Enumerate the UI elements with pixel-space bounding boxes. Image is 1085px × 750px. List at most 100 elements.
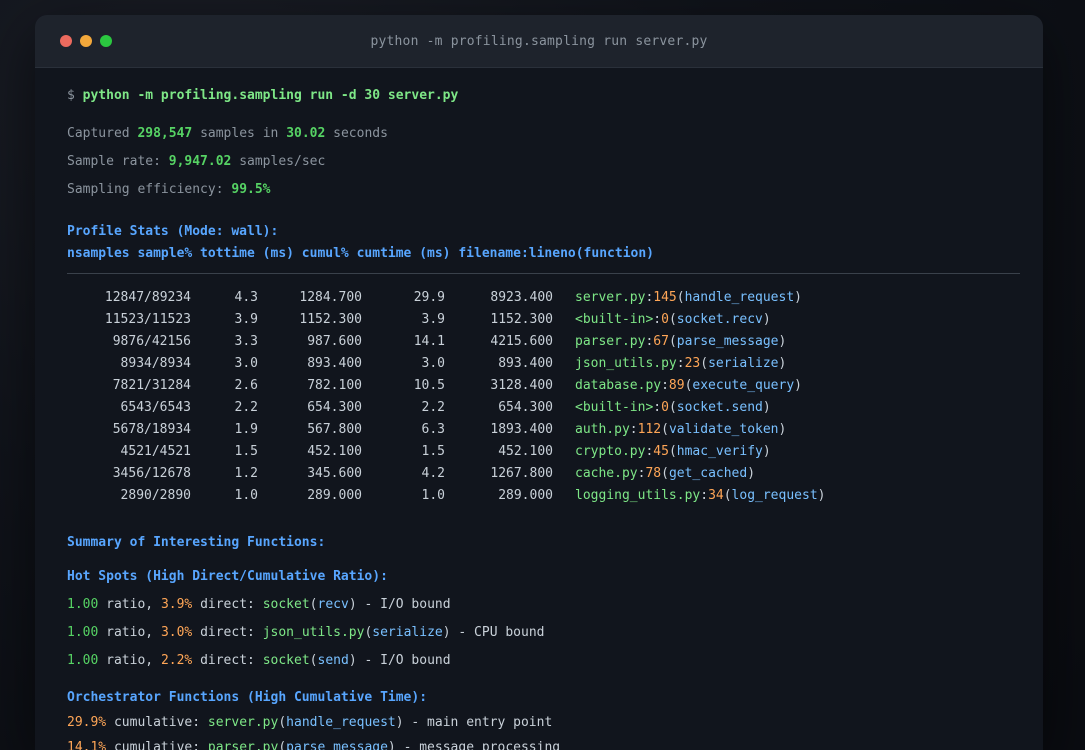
paren-open: ( [668,400,677,415]
window-title: python -m profiling.sampling run server.… [370,33,708,49]
efficiency-value: 99.5% [231,182,271,197]
minimize-button[interactable] [80,35,92,47]
profile-section-title: Profile Stats (Mode: wall): [67,224,279,239]
cell-nsamples: 11523/11523 [104,312,191,327]
hotspot-item: 1.00 ratio, 3.0% direct: json_utils.py(s… [67,619,1019,647]
lineno-text: 89 [668,378,685,393]
cell-cumtime: 4215.600 [490,334,553,349]
lineno-text: 112 [637,422,662,437]
paren-open: ( [278,740,287,750]
command-text: python -m profiling.sampling run -d 30 s… [82,88,459,103]
maximize-button[interactable] [100,35,112,47]
cell-tottime: 893.400 [307,356,362,371]
cell-tottime: 345.600 [307,466,362,481]
cell-sample-pct: 1.9 [234,422,258,437]
cell-cumul-pct: 6.3 [421,422,445,437]
cumulative-pct-value: 29.9% [67,715,107,730]
efficiency-line: Sampling efficiency: 99.5% [67,176,1019,204]
cell-nsamples: 7821/31284 [112,378,191,393]
filename-text: json_utils.py [575,356,677,371]
cell-sample-pct: 3.3 [234,334,258,349]
colon-separator: : [629,422,638,437]
table-row: 3456/12678 1.2 345.600 4.2 1267.800 cache.py:… [67,463,1019,485]
table-row: 6543/6543 2.2 654.300 2.2 654.300 <built-in>:… [67,397,1019,419]
paren-close: ) [794,378,802,393]
paren-open: ( [723,488,732,503]
lineno-text: 45 [653,444,669,459]
function-name-text: hmac_verify [676,444,763,459]
window-titlebar[interactable]: python -m profiling.sampling run server.… [35,15,1043,68]
cell-tottime: 567.800 [307,422,362,437]
cell-tottime: 1152.300 [299,312,362,327]
cell-nsamples: 6543/6543 [120,400,191,415]
cell-cumul-pct: 2.2 [421,400,445,415]
cell-cumul-pct: 3.9 [421,312,445,327]
filename-text: logging_utils.py [575,488,701,503]
table-row: 8934/8934 3.0 893.400 3.0 893.400 json_utils.… [67,353,1019,375]
paren-open: ( [278,715,287,730]
cell-function-ref: cache.py:78(get_cached) [575,463,755,485]
capture-stats: Captured 298,547 samples in 30.02 second… [67,120,1019,204]
paren-close: ) [762,312,771,327]
hotspot-note: - CPU bound [458,625,545,640]
cell-nsamples: 8934/8934 [120,356,191,371]
cell-tottime: 1284.700 [299,290,362,305]
cell-cumul-pct: 1.0 [421,488,445,503]
lineno-text: 0 [661,400,669,415]
cell-sample-pct: 1.5 [234,444,258,459]
ratio-label: ratio, [106,597,154,612]
table-header: nsamples sample% tottime (ms) cumul% cum… [67,246,654,261]
cell-nsamples: 5678/18934 [112,422,191,437]
orchestrator-item: 14.1% cumulative: parser.py(parse_messag… [67,735,1019,750]
cell-sample-pct: 4.3 [234,290,258,305]
captured-seconds-value: 30.02 [286,126,326,141]
cell-cumul-pct: 3.0 [421,356,445,371]
paren-open: ( [700,356,709,371]
cell-function-ref: auth.py:112(validate_token) [575,419,786,441]
hotspot-func: serialize [372,625,443,640]
colon-separator: : [700,488,709,503]
cell-function-ref: database.py:89(execute_query) [575,375,802,397]
filename-text: parser.py [575,334,646,349]
efficiency-label: Sampling efficiency: [67,182,224,197]
cell-function-ref: logging_utils.py:34(log_request) [575,485,825,507]
paren-close: ) [348,597,357,612]
cell-sample-pct: 2.2 [234,400,258,415]
table-row: 12847/89234 4.3 1284.700 29.9 8923.400 server… [67,287,1019,309]
cell-cumtime: 1152.300 [490,312,553,327]
cumulative-label: cumulative: [113,740,201,750]
paren-open: ( [309,597,318,612]
lineno-text: 67 [653,334,669,349]
hotspots-list: 1.00 ratio, 3.9% direct: socket(recv) - … [67,591,1019,675]
cell-cumtime: 452.100 [498,444,553,459]
paren-close: ) [778,422,787,437]
function-name-text: log_request [731,488,818,503]
orchestrator-section-title: Orchestrator Functions (High Cumulative … [67,690,428,705]
cell-function-ref: crypto.py:45(hmac_verify) [575,441,771,463]
ratio-value: 1.00 [67,653,99,668]
captured-samples-value: 298,547 [137,126,193,141]
paren-close: ) [387,740,396,750]
colon-separator: : [653,312,662,327]
table-row: 5678/18934 1.9 567.800 6.3 1893.400 auth.py:1… [67,419,1019,441]
profile-table: 12847/89234 4.3 1284.700 29.9 8923.400 server… [67,287,1019,507]
function-name-text: execute_query [692,378,795,393]
direct-label: direct: [200,625,255,640]
paren-open: ( [668,334,677,349]
captured-unit-label: seconds [333,126,388,141]
cell-cumtime: 3128.400 [490,378,553,393]
filename-text: crypto.py [575,444,646,459]
function-name-text: get_cached [668,466,748,481]
captured-label: Captured [67,126,130,141]
close-button[interactable] [60,35,72,47]
cell-cumul-pct: 4.2 [421,466,445,481]
cell-nsamples: 4521/4521 [120,444,191,459]
cell-nsamples: 2890/2890 [120,488,191,503]
cell-cumul-pct: 29.9 [413,290,445,305]
sample-rate-line: Sample rate: 9,947.02 samples/sec [67,148,1019,176]
prompt-line: $ python -m profiling.sampling run -d 30… [67,82,1019,110]
table-row: 4521/4521 1.5 452.100 1.5 452.100 crypto.py:4… [67,441,1019,463]
orchestrator-file: server.py [207,715,279,730]
paren-open: ( [661,422,669,437]
hotspot-item: 1.00 ratio, 3.9% direct: socket(recv) - … [67,591,1019,619]
